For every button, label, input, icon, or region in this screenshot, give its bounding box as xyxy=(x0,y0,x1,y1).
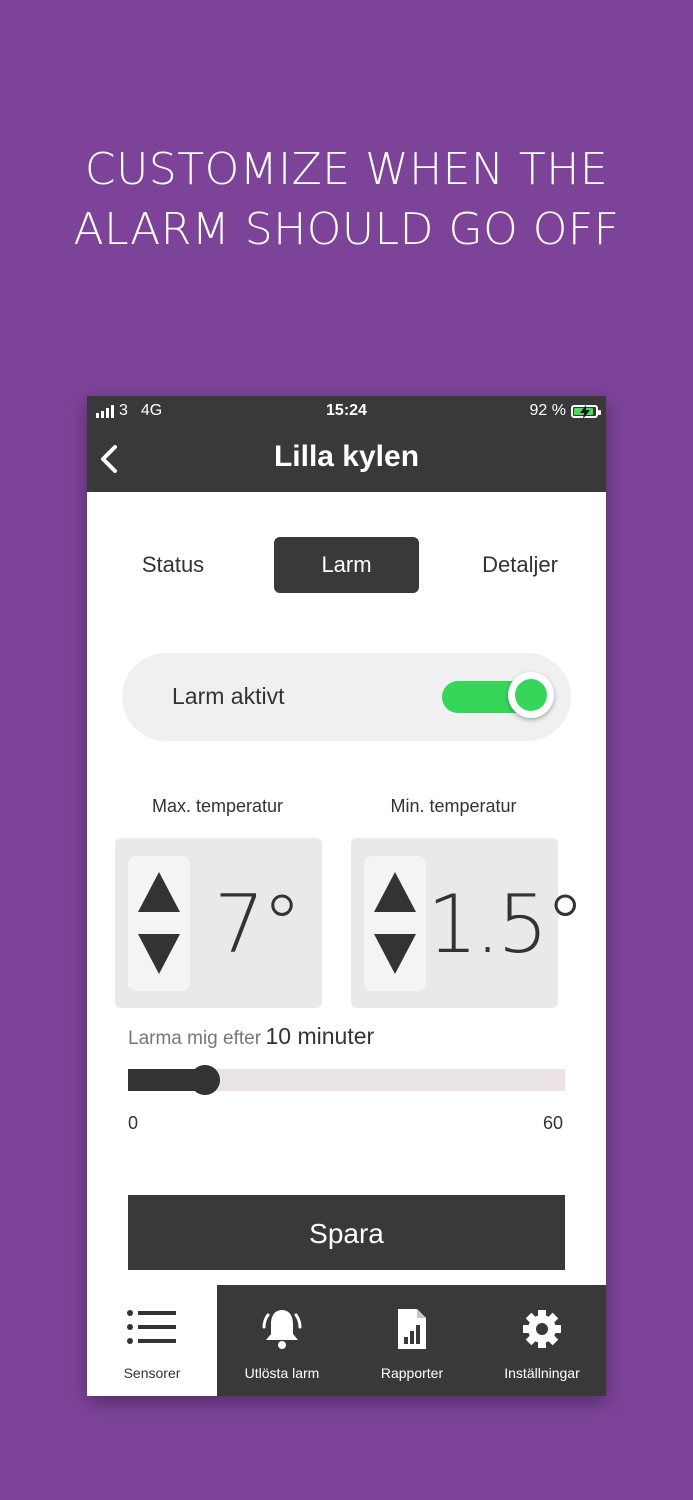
bottom-tab-installningar[interactable]: Inställningar xyxy=(477,1285,606,1396)
headline-line-2: ALARM SHOULD GO OFF xyxy=(73,204,620,255)
slider-thumb[interactable] xyxy=(190,1065,220,1095)
min-temp-stepper xyxy=(364,856,426,991)
bell-icon xyxy=(262,1310,302,1349)
delay-label: Larma mig efter 10 minuter xyxy=(128,1023,374,1050)
alarm-active-switch[interactable] xyxy=(442,672,554,718)
bottom-tab-label: Utlösta larm xyxy=(244,1365,320,1381)
nav-bar: Lilla kylen xyxy=(87,426,606,492)
min-temp-decrease-button[interactable] xyxy=(374,934,416,974)
gear-icon xyxy=(523,1310,561,1348)
headline: CUSTOMIZE WHEN THE ALARM SHOULD GO OFF xyxy=(0,140,693,260)
tab-larm[interactable]: Larm xyxy=(274,537,419,593)
bottom-tab-sensorer[interactable]: Sensorer xyxy=(87,1285,217,1396)
save-button[interactable]: Spara xyxy=(128,1195,565,1270)
alarm-active-label: Larm aktivt xyxy=(172,683,285,709)
segment-tabs: Status Larm Detaljer xyxy=(87,537,606,593)
slider-min-label: 0 xyxy=(128,1113,139,1133)
status-bar: 3 4G 15:24 92 % xyxy=(87,396,606,426)
bottom-tab-rapporter[interactable]: Rapporter xyxy=(347,1285,477,1396)
battery-icon xyxy=(571,404,601,419)
delay-slider[interactable] xyxy=(128,1065,565,1095)
delay-prefix: Larma mig efter xyxy=(128,1028,262,1049)
slider-max-label: 60 xyxy=(542,1113,563,1133)
min-temp-value: 1.5° xyxy=(427,878,585,971)
bottom-tab-label: Rapporter xyxy=(380,1365,444,1381)
max-temp-decrease-button[interactable] xyxy=(138,934,180,974)
max-temp-control: 7° xyxy=(115,838,322,1008)
delay-value: 10 minuter xyxy=(265,1023,375,1049)
bottom-tab-bar: Sensorer Utlösta larm Rapporter Inställn… xyxy=(87,1285,606,1396)
max-temp-value: 7° xyxy=(214,878,302,971)
headline-line-1: CUSTOMIZE WHEN THE xyxy=(84,144,609,195)
min-temp-control: 1.5° xyxy=(351,838,585,1008)
tab-detaljer[interactable]: Detaljer xyxy=(463,537,577,593)
clock: 15:24 xyxy=(326,402,367,419)
bottom-tab-label: Sensorer xyxy=(123,1365,181,1381)
alarm-active-row: Larm aktivt xyxy=(122,653,571,741)
tab-status[interactable]: Status xyxy=(115,537,231,593)
page-title: Lilla kylen xyxy=(273,440,420,473)
bottom-tab-label: Inställningar xyxy=(504,1365,580,1381)
battery-percent: 92 % xyxy=(529,402,566,419)
max-temp-stepper xyxy=(128,856,190,991)
report-icon xyxy=(398,1309,426,1349)
max-temp-increase-button[interactable] xyxy=(138,872,180,912)
max-temp-label: Max. temperatur xyxy=(151,796,284,816)
min-temp-increase-button[interactable] xyxy=(374,872,416,912)
phone-screen: 3 4G 15:24 92 % Lilla kylen Status Larm … xyxy=(87,396,606,1396)
min-temp-label: Min. temperatur xyxy=(390,796,517,816)
list-icon xyxy=(127,1310,176,1344)
bottom-tab-utlosta-larm[interactable]: Utlösta larm xyxy=(217,1285,347,1396)
